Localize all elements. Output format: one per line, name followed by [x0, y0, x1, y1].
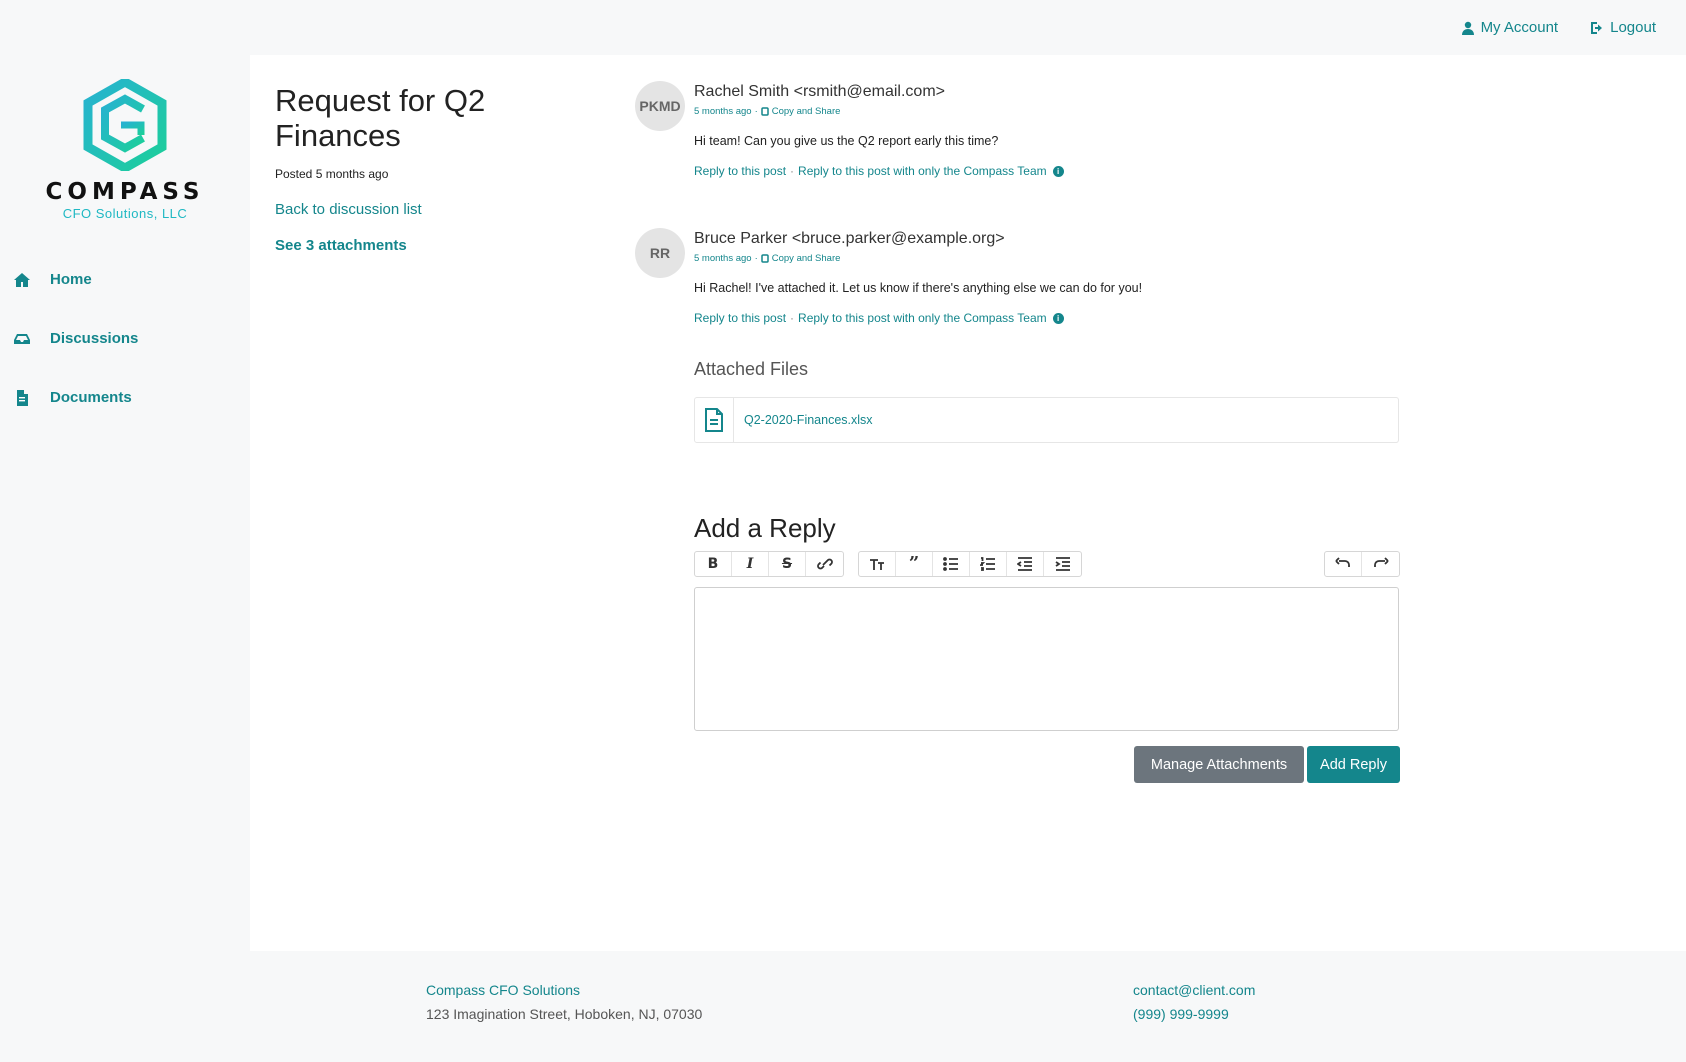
info-icon[interactable]: i [1052, 312, 1064, 324]
footer-email-link[interactable]: contact@client.com [1133, 982, 1255, 998]
document-icon [17, 389, 28, 406]
top-nav: My Account Logout [1461, 19, 1656, 36]
post-message: Hi Rachel! I've attached it. Let us know… [694, 281, 1143, 295]
my-account-link[interactable]: My Account [1461, 19, 1558, 36]
copy-share-link[interactable]: Copy and Share [772, 106, 841, 117]
main-content: Request for Q2 Finances Posted 5 months … [250, 55, 1686, 951]
link-button[interactable] [806, 552, 843, 576]
outdent-icon [1017, 557, 1032, 571]
redo-button[interactable] [1362, 552, 1399, 576]
copy-icon [761, 107, 769, 116]
copy-share-link[interactable]: Copy and Share [772, 253, 841, 264]
footer-address: 123 Imagination Street, Hoboken, NJ, 070… [426, 1006, 703, 1022]
reply-separator: · [790, 311, 795, 325]
copy-icon [761, 254, 769, 263]
italic-button[interactable]: I [732, 552, 769, 576]
attached-files-title: Attached Files [694, 359, 809, 379]
editor-toolbar: B I S ” [694, 551, 1400, 577]
post-author: Rachel Smith <rsmith@email.com> [694, 83, 945, 100]
post-message: Hi team! Can you give us the Q2 report e… [694, 134, 999, 148]
sidebar-item-home[interactable]: Home [14, 250, 138, 309]
toolbar-group-text: B I S [694, 551, 844, 577]
compass-logo-mark-icon [83, 79, 167, 171]
post-reply-links: Reply to this post · Reply to this post … [694, 311, 1394, 325]
reply-separator: · [790, 164, 795, 178]
undo-icon [1335, 557, 1350, 567]
strikethrough-button[interactable]: S [769, 552, 806, 576]
logout-link[interactable]: Logout [1590, 19, 1656, 36]
manage-attachments-button[interactable]: Manage Attachments [1134, 746, 1304, 783]
sidebar-nav: Home Discussions Documents [14, 250, 138, 427]
reply-team-link[interactable]: Reply to this post with only the Compass… [798, 164, 1047, 178]
add-reply-title: Add a Reply [694, 513, 836, 543]
home-icon [14, 272, 30, 287]
see-attachments-link[interactable]: See 3 attachments [275, 237, 575, 254]
outdent-button[interactable] [1007, 552, 1044, 576]
footer-phone-link[interactable]: (999) 999-9999 [1133, 1006, 1229, 1022]
file-name-link[interactable]: Q2-2020-Finances.xlsx [744, 413, 873, 427]
compass-logo[interactable]: COMPASS CFO Solutions, LLC [0, 79, 250, 221]
page-title: Request for Q2 Finances [275, 83, 486, 153]
logo-wordmark: COMPASS [45, 179, 205, 205]
post-time-link[interactable]: 5 months ago [694, 253, 752, 264]
attached-file-row[interactable]: Q2-2020-Finances.xlsx [694, 397, 1399, 443]
logout-icon [1591, 21, 1603, 34]
quote-icon: ” [908, 553, 920, 574]
add-reply-button[interactable]: Add Reply [1307, 746, 1400, 783]
bullet-list-button[interactable] [933, 552, 970, 576]
post-meta: 5 months ago · Copy and Share [694, 253, 1394, 264]
toolbar-group-history [1324, 551, 1400, 577]
file-icon-cell [695, 398, 734, 442]
post-time-link[interactable]: 5 months ago [694, 106, 752, 117]
reply-team-link[interactable]: Reply to this post with only the Compass… [798, 311, 1047, 325]
bullet-list-icon [943, 557, 958, 571]
sidebar-item-documents[interactable]: Documents [14, 368, 138, 427]
bold-button[interactable]: B [695, 552, 732, 576]
post-author: Bruce Parker <bruce.parker@example.org> [694, 230, 1005, 247]
strikethrough-icon: S [781, 556, 793, 572]
numbered-list-icon [980, 557, 995, 571]
inbox-icon [14, 333, 30, 344]
footer-company-link[interactable]: Compass CFO Solutions [426, 982, 580, 998]
logo-subtitle: CFO Solutions, LLC [62, 206, 188, 221]
footer-company-info: Compass CFO Solutions 123 Imagination St… [426, 978, 702, 1026]
italic-icon: I [746, 556, 754, 572]
reply-link[interactable]: Reply to this post [694, 164, 786, 178]
user-icon [1461, 21, 1474, 35]
sidebar: COMPASS CFO Solutions, LLC Home Discussi… [0, 55, 250, 951]
sidebar-item-discussions[interactable]: Discussions [14, 309, 138, 368]
quote-button[interactable]: ” [896, 552, 933, 576]
heading-button[interactable] [859, 552, 896, 576]
discussion-summary: Request for Q2 Finances Posted 5 months … [275, 83, 575, 254]
bold-icon: B [707, 556, 719, 572]
numbered-list-button[interactable] [970, 552, 1007, 576]
footer-contact-info: contact@client.com (999) 999-9999 [1133, 978, 1255, 1026]
link-icon [816, 558, 833, 570]
reply-editor[interactable] [694, 587, 1399, 731]
meta-separator: · [754, 106, 758, 117]
posted-time: Posted 5 months ago [275, 167, 389, 181]
footer: Compass CFO Solutions 123 Imagination St… [0, 951, 1686, 1062]
file-icon [705, 408, 723, 432]
indent-button[interactable] [1044, 552, 1081, 576]
top-bar: My Account Logout [0, 0, 1686, 55]
avatar: PKMD [635, 81, 685, 131]
post-meta: 5 months ago · Copy and Share [694, 106, 1394, 117]
avatar: RR [635, 228, 685, 278]
post-reply-links: Reply to this post · Reply to this post … [694, 164, 1394, 178]
undo-button[interactable] [1325, 552, 1362, 576]
indent-icon [1055, 557, 1070, 571]
heading-icon [870, 559, 884, 570]
post-body: Bruce Parker <bruce.parker@example.org> … [694, 228, 1394, 325]
back-to-list-link[interactable]: Back to discussion list [275, 201, 575, 218]
toolbar-group-block: ” [858, 551, 1082, 577]
reply-link[interactable]: Reply to this post [694, 311, 786, 325]
meta-separator: · [754, 253, 758, 264]
redo-icon [1373, 557, 1389, 567]
post-body: Rachel Smith <rsmith@email.com> 5 months… [694, 81, 1394, 178]
info-icon[interactable]: i [1052, 165, 1064, 177]
